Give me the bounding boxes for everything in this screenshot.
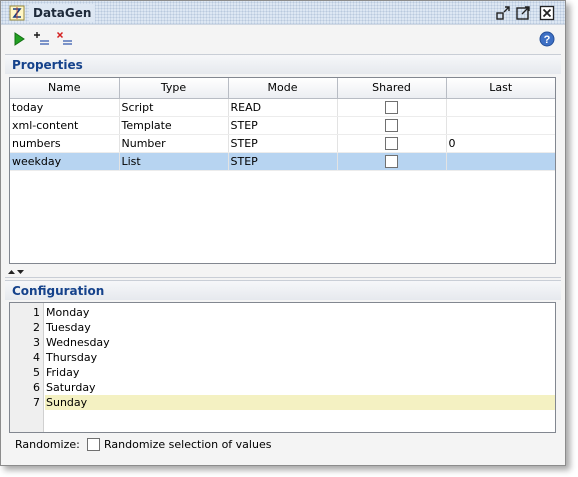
cell-type[interactable]: Script — [119, 98, 229, 117]
editor-line[interactable]: 3 Wednesday — [10, 335, 555, 350]
cell-name[interactable]: weekday — [10, 152, 120, 171]
table-row[interactable]: xml-content Template STEP — [10, 116, 555, 135]
cell-name[interactable]: numbers — [10, 134, 120, 153]
line-number: 3 — [33, 336, 40, 349]
properties-header: Properties — [5, 54, 561, 74]
maximize-icon[interactable] — [515, 5, 531, 21]
cell-type[interactable]: List — [119, 152, 229, 171]
shared-checkbox[interactable] — [385, 154, 398, 168]
configuration-header: Configuration — [5, 280, 561, 300]
editor-line[interactable]: 4 Thursday — [10, 350, 555, 365]
close-icon[interactable] — [539, 5, 555, 21]
configuration-editor[interactable]: 1 Monday 2 Tuesday 3 Wednesday 4 Thursda… — [9, 302, 556, 433]
randomize-label: Randomize: — [15, 438, 80, 451]
line-number: 7 — [33, 396, 40, 409]
line-number: 5 — [33, 366, 40, 379]
splitter-divider[interactable] — [5, 277, 561, 278]
cell-type[interactable]: Template — [119, 116, 229, 135]
cell-type[interactable]: Number — [119, 134, 229, 153]
column-header-shared[interactable]: Shared — [336, 78, 447, 99]
datagen-icon — [9, 5, 25, 21]
cell-mode[interactable]: STEP — [228, 116, 338, 135]
line-text[interactable]: Friday — [46, 365, 79, 380]
editor-line-current[interactable]: 7 Sunday — [10, 395, 555, 410]
column-header-mode[interactable]: Mode — [227, 78, 338, 99]
editor-line[interactable]: 2 Tuesday — [10, 320, 555, 335]
remove-property-icon[interactable] — [56, 31, 74, 47]
cell-shared — [337, 152, 447, 171]
cell-last — [446, 152, 555, 171]
shared-checkbox[interactable] — [385, 136, 398, 150]
shared-checkbox[interactable] — [385, 100, 398, 114]
line-text[interactable]: Wednesday — [46, 335, 110, 350]
line-text[interactable]: Sunday — [46, 395, 87, 410]
shared-checkbox[interactable] — [385, 118, 398, 132]
splitter-arrows-icon[interactable] — [7, 267, 27, 277]
line-number: 1 — [33, 306, 40, 319]
cell-shared — [337, 134, 447, 153]
cell-name[interactable]: xml-content — [10, 116, 120, 135]
column-header-type[interactable]: Type — [118, 78, 229, 99]
line-number: 2 — [33, 321, 40, 334]
editor-line[interactable]: 5 Friday — [10, 365, 555, 380]
line-text[interactable]: Thursday — [46, 350, 97, 365]
line-text[interactable]: Saturday — [46, 380, 96, 395]
line-text[interactable]: Monday — [46, 305, 89, 320]
cell-name[interactable]: today — [10, 98, 120, 117]
undock-icon[interactable] — [495, 5, 511, 21]
datagen-window: DataGen ? Properties Name Type Mode Shar… — [0, 0, 566, 466]
properties-table: Name Type Mode Shared Last today Script … — [10, 78, 555, 171]
cell-shared — [337, 116, 447, 135]
properties-table-panel: Name Type Mode Shared Last today Script … — [9, 77, 556, 264]
randomize-checkbox-label[interactable]: Randomize selection of values — [104, 437, 271, 453]
title-bar[interactable]: DataGen — [1, 1, 565, 25]
cell-last: 0 — [446, 134, 555, 153]
help-icon[interactable]: ? — [539, 31, 555, 47]
cell-last — [446, 98, 555, 117]
current-line-highlight — [45, 395, 555, 410]
table-header-row: Name Type Mode Shared Last — [10, 78, 555, 99]
cell-last — [446, 116, 555, 135]
toolbar: ? — [1, 26, 565, 52]
cell-mode[interactable]: STEP — [228, 134, 338, 153]
add-property-icon[interactable] — [33, 31, 51, 47]
table-row-selected[interactable]: weekday List STEP — [10, 152, 555, 171]
line-number: 6 — [33, 381, 40, 394]
line-text[interactable]: Tuesday — [46, 320, 91, 335]
table-row[interactable]: today Script READ — [10, 98, 555, 117]
window-title: DataGen — [29, 4, 96, 22]
line-number: 4 — [33, 351, 40, 364]
column-header-last[interactable]: Last — [445, 78, 555, 99]
cell-shared — [337, 98, 447, 117]
randomize-checkbox[interactable] — [87, 438, 100, 451]
cell-mode[interactable]: READ — [228, 98, 338, 117]
column-header-name[interactable]: Name — [10, 78, 120, 99]
table-row[interactable]: numbers Number STEP 0 — [10, 134, 555, 153]
svg-text:?: ? — [544, 34, 551, 46]
cell-mode[interactable]: STEP — [228, 152, 338, 171]
editor-line[interactable]: 6 Saturday — [10, 380, 555, 395]
play-icon[interactable] — [10, 31, 28, 47]
editor-line[interactable]: 1 Monday — [10, 305, 555, 320]
